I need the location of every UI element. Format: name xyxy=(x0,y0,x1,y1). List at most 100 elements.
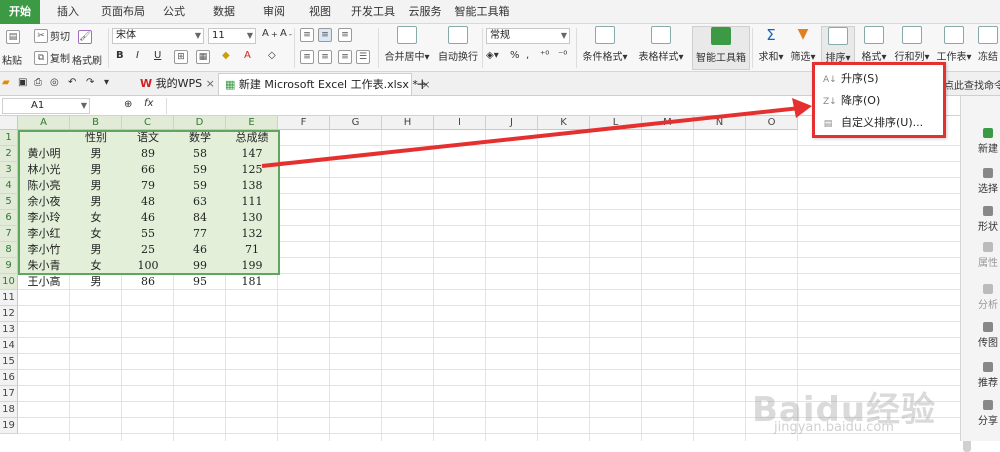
column-header[interactable]: M xyxy=(642,116,694,130)
table-cell[interactable]: 46 xyxy=(122,210,174,226)
row-header[interactable]: 12 xyxy=(0,306,18,322)
align-top-button[interactable]: ≡ xyxy=(300,28,314,42)
print-icon[interactable]: ⎙ xyxy=(34,77,42,88)
row-header[interactable]: 9 xyxy=(0,258,18,274)
row-header[interactable]: 6 xyxy=(0,210,18,226)
conditional-format-button[interactable]: 条件格式▾ xyxy=(580,26,630,63)
tab-excel-file[interactable]: ▦ 新建 Microsoft Excel 工作表.xlsx * × xyxy=(218,73,431,95)
row-header[interactable]: 11 xyxy=(0,290,18,306)
row-header[interactable]: 5 xyxy=(0,194,18,210)
column-header[interactable]: B xyxy=(70,116,122,130)
sidebar-item-select[interactable]: 选择 xyxy=(975,168,1000,195)
align-middle-button[interactable]: ≡ xyxy=(318,28,332,42)
row-header[interactable]: 7 xyxy=(0,226,18,242)
column-header[interactable]: C xyxy=(122,116,174,130)
row-header[interactable]: 16 xyxy=(0,370,18,386)
table-cell[interactable]: 125 xyxy=(226,162,278,178)
command-search[interactable]: 点此查找命令 xyxy=(944,77,1000,92)
redo-icon[interactable]: ↷ xyxy=(86,77,94,88)
table-cell[interactable]: 181 xyxy=(226,274,278,290)
sidebar-item-upload-image[interactable]: 传图 xyxy=(975,322,1000,349)
quick-access-chevron-icon[interactable]: ▾ xyxy=(104,77,109,88)
select-all-corner[interactable] xyxy=(0,116,18,130)
row-header[interactable]: 4 xyxy=(0,178,18,194)
table-cell[interactable]: 李小竹 xyxy=(18,242,70,258)
column-header[interactable]: K xyxy=(538,116,590,130)
font-size-select[interactable]: 11 ▼ xyxy=(208,28,256,44)
sum-button[interactable]: Σ 求和▾ xyxy=(756,26,786,63)
cut-button[interactable]: ✂ 剪切 xyxy=(34,28,70,43)
sidebar-item-share[interactable]: 分享 xyxy=(975,400,1000,427)
decrease-decimal-button[interactable]: ⁻⁰ xyxy=(558,50,567,61)
tab-formulas[interactable]: 公式 xyxy=(156,0,192,24)
tab-my-wps[interactable]: W 我的WPS × xyxy=(134,73,221,95)
row-header[interactable]: 14 xyxy=(0,338,18,354)
column-header[interactable]: H xyxy=(382,116,434,130)
table-cell[interactable]: 数学 xyxy=(174,130,226,146)
table-cell[interactable]: 111 xyxy=(226,194,278,210)
column-header[interactable]: E xyxy=(226,116,278,130)
table-cell[interactable]: 女 xyxy=(70,258,122,274)
merge-center-button[interactable]: 合并居中▾ xyxy=(382,26,432,63)
table-cell[interactable]: 63 xyxy=(174,194,226,210)
table-cell[interactable]: 130 xyxy=(226,210,278,226)
table-cell[interactable]: 陈小亮 xyxy=(18,178,70,194)
table-cell[interactable]: 58 xyxy=(174,146,226,162)
font-shrink-button[interactable]: A- xyxy=(280,28,292,39)
new-tab-plus-icon[interactable]: + xyxy=(416,75,429,93)
underline-button[interactable]: U xyxy=(154,50,161,61)
percent-button[interactable]: % xyxy=(510,50,520,61)
number-format-select[interactable]: 常规 ▼ xyxy=(486,28,570,44)
filter-button[interactable]: ▼ 筛选▾ xyxy=(788,26,818,63)
merge-cells-icon-button[interactable]: ▦ xyxy=(196,50,210,64)
table-cell[interactable]: 余小夜 xyxy=(18,194,70,210)
row-header[interactable]: 18 xyxy=(0,402,18,418)
table-cell[interactable]: 男 xyxy=(70,242,122,258)
sidebar-item-shape[interactable]: 形状 xyxy=(975,206,1000,233)
table-cell[interactable]: 95 xyxy=(174,274,226,290)
custom-sort-item[interactable]: ▤ 自定义排序(U)... xyxy=(823,113,923,133)
tab-review[interactable]: 审阅 xyxy=(256,0,292,24)
sidebar-item-properties[interactable]: 属性 xyxy=(975,242,1000,269)
row-header[interactable]: 17 xyxy=(0,386,18,402)
preview-icon[interactable]: ◎ xyxy=(50,77,59,88)
table-cell[interactable]: 女 xyxy=(70,210,122,226)
table-cell[interactable]: 86 xyxy=(122,274,174,290)
table-cell[interactable]: 79 xyxy=(122,178,174,194)
table-cell[interactable]: 女 xyxy=(70,226,122,242)
border-button[interactable]: ⊞ xyxy=(174,50,188,64)
table-cell[interactable]: 男 xyxy=(70,162,122,178)
format-button[interactable]: 格式▾ xyxy=(858,26,890,63)
table-cell[interactable]: 李小玲 xyxy=(18,210,70,226)
table-cell[interactable] xyxy=(18,130,70,146)
row-header[interactable]: 13 xyxy=(0,322,18,338)
tab-cloud[interactable]: 云服务 xyxy=(404,0,446,24)
italic-button[interactable]: I xyxy=(136,50,139,61)
column-header[interactable]: J xyxy=(486,116,538,130)
table-cell[interactable]: 199 xyxy=(226,258,278,274)
table-cell[interactable]: 132 xyxy=(226,226,278,242)
align-left-button[interactable]: ≡ xyxy=(300,50,314,64)
worksheet-button[interactable]: 工作表▾ xyxy=(934,26,974,63)
table-cell[interactable]: 性别 xyxy=(70,130,122,146)
distributed-button[interactable]: ☰ xyxy=(356,50,370,64)
table-cell[interactable]: 男 xyxy=(70,194,122,210)
table-cell[interactable]: 46 xyxy=(174,242,226,258)
column-header[interactable]: I xyxy=(434,116,486,130)
tab-view[interactable]: 视图 xyxy=(302,0,338,24)
zoom-icon[interactable]: ⊕ xyxy=(124,99,132,110)
table-cell[interactable]: 李小红 xyxy=(18,226,70,242)
increase-decimal-button[interactable]: ⁺⁰ xyxy=(540,50,549,61)
table-cell[interactable]: 黄小明 xyxy=(18,146,70,162)
column-header[interactable]: F xyxy=(278,116,330,130)
table-cell[interactable]: 147 xyxy=(226,146,278,162)
tab-smart-toolbox[interactable]: 智能工具箱 xyxy=(452,0,512,24)
table-cell[interactable]: 59 xyxy=(174,178,226,194)
table-cell[interactable]: 66 xyxy=(122,162,174,178)
freeze-button[interactable]: 冻结 xyxy=(976,26,1000,63)
table-cell[interactable]: 林小光 xyxy=(18,162,70,178)
align-bottom-button[interactable]: ≡ xyxy=(338,28,352,42)
table-cell[interactable]: 59 xyxy=(174,162,226,178)
table-cell[interactable]: 55 xyxy=(122,226,174,242)
align-right-button[interactable]: ≡ xyxy=(338,50,352,64)
